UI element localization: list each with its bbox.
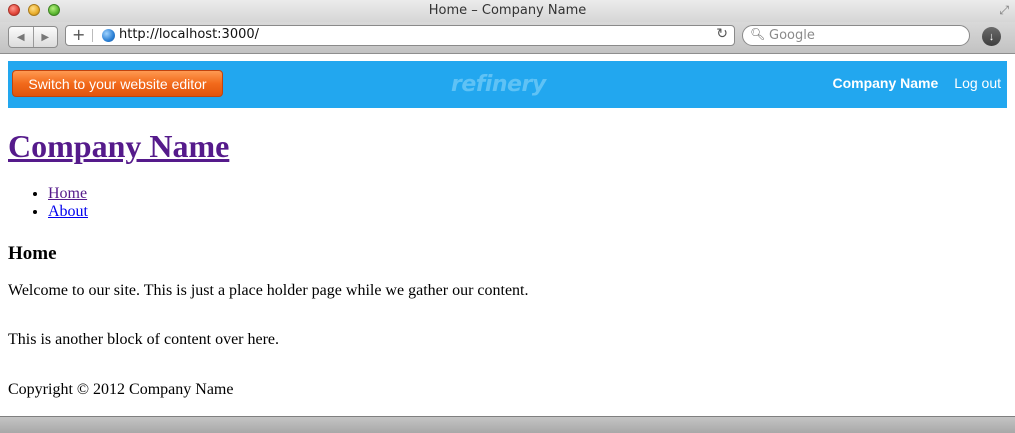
switch-to-editor-button[interactable]: Switch to your website editor	[12, 70, 223, 97]
body-content: Welcome to our site. This is just a plac…	[8, 282, 529, 299]
refinery-logo: refinery	[451, 72, 546, 97]
window-titlebar: Home – Company Name ⤢	[0, 0, 1015, 22]
back-button[interactable]: ◀	[9, 27, 33, 47]
downloads-button[interactable]: ↓	[982, 27, 1001, 46]
page-heading: Home	[8, 243, 57, 264]
fullscreen-icon[interactable]: ⤢	[999, 3, 1009, 18]
menu-link-home[interactable]: Home	[48, 185, 87, 202]
url-text[interactable]: http://localhost:3000/	[119, 27, 259, 42]
footer-copyright: Copyright © 2012 Company Name	[8, 381, 234, 398]
admin-links: Company Name Log out	[832, 75, 1001, 91]
add-bookmark-icon[interactable]: +	[72, 25, 85, 44]
main-menu: Home About	[8, 185, 1007, 221]
menu-link-about[interactable]: About	[48, 203, 88, 220]
site-title: Company Name	[8, 126, 1007, 166]
search-field[interactable]: 🔍︎	[742, 25, 970, 46]
menu-item-about: About	[48, 203, 1007, 221]
search-input[interactable]	[769, 27, 959, 43]
reload-icon[interactable]: ↻	[716, 26, 728, 42]
forward-arrow-icon: ▶	[41, 31, 50, 43]
browser-toolbar: ◀ ▶ + http://localhost:3000/ ↻ 🔍︎ ↓	[0, 22, 1015, 54]
address-divider	[92, 29, 93, 42]
menu-item-home: Home	[48, 185, 1007, 203]
address-bar[interactable]: + http://localhost:3000/ ↻	[65, 25, 735, 46]
admin-bar: Switch to your website editor refinery C…	[8, 61, 1007, 108]
globe-icon	[102, 29, 115, 42]
page-content: Company Name Home About Home Welcome to …	[8, 126, 1007, 398]
download-arrow-icon: ↓	[988, 30, 995, 43]
history-nav: ◀ ▶	[8, 26, 58, 48]
browser-statusbar	[0, 416, 1015, 433]
search-icon[interactable]: 🔍︎	[750, 27, 765, 41]
side-body-content: This is another block of content over he…	[8, 331, 280, 348]
window-title: Home – Company Name	[428, 3, 587, 18]
logout-link[interactable]: Log out	[954, 75, 1001, 91]
back-arrow-icon: ◀	[16, 31, 25, 43]
site-title-link[interactable]: Company Name	[8, 128, 229, 164]
forward-button[interactable]: ▶	[32, 27, 58, 47]
company-name-link[interactable]: Company Name	[832, 75, 938, 91]
